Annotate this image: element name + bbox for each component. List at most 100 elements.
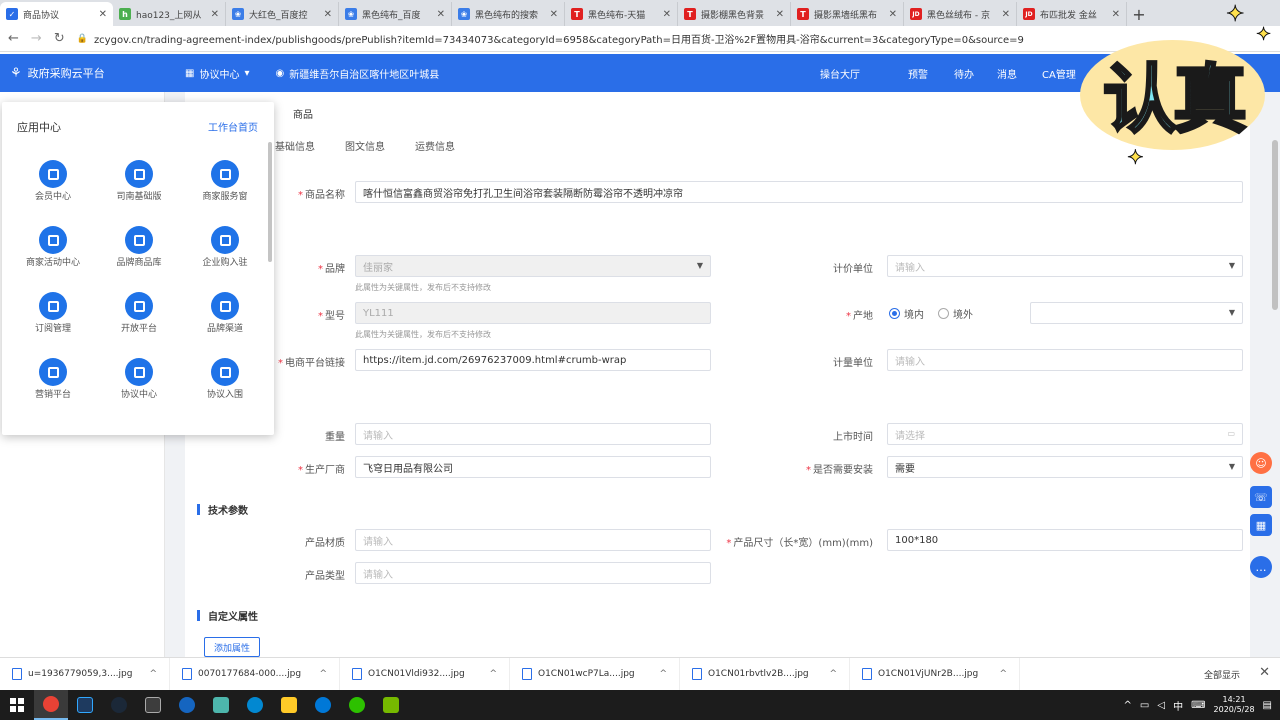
forward-icon[interactable]: → (31, 31, 42, 46)
tab-9[interactable]: JD 布匹批发 金丝 ✕ (1017, 2, 1127, 26)
tab-1[interactable]: h hao123_上网从 ✕ (113, 2, 226, 26)
message-link[interactable]: 消息 (997, 54, 1017, 92)
url-field[interactable]: 🔒 zcygov.cn/trading-agreement-index/publ… (77, 31, 1024, 47)
close-icon[interactable]: ✕ (889, 9, 897, 20)
app-icon[interactable] (204, 690, 238, 720)
location-selector[interactable]: ◉ 新疆维吾尔自治区喀什地区叶城县 (275, 66, 439, 81)
page-scrollbar[interactable] (1272, 140, 1278, 310)
tab-8[interactable]: JD 黑色丝绒布 - 京 ✕ (904, 2, 1017, 26)
tab-4[interactable]: ❀ 黑色纯布的搜索 ✕ (452, 2, 565, 26)
new-tab-button[interactable]: + (1127, 2, 1151, 26)
app-brand-channel[interactable]: 品牌渠道 (182, 292, 268, 335)
todo-link[interactable]: 待办 (954, 54, 974, 92)
close-icon[interactable]: ✕ (437, 9, 445, 20)
app-subscription[interactable]: 订阅管理 (10, 292, 96, 335)
qr-code-icon[interactable]: ▦ (1250, 514, 1272, 536)
tab-basic-info[interactable]: 基础信息 (275, 138, 315, 153)
app-sinan-basic[interactable]: 司南基础版 (96, 160, 182, 203)
chevron-up-icon[interactable]: ^ (829, 669, 837, 679)
download-item[interactable]: O1CN01rbvtlv2B....jpg ^ (680, 657, 850, 691)
tab-5[interactable]: T 黑色纯布-天猫 ✕ (565, 2, 678, 26)
tab-3[interactable]: ❀ 黑色纯布_百度 ✕ (339, 2, 452, 26)
tab-6[interactable]: T 摄影棚黑色背景 ✕ (678, 2, 791, 26)
app-marketing[interactable]: 营销平台 (10, 358, 96, 401)
chrome-icon[interactable] (34, 690, 68, 720)
download-item[interactable]: 0070177684-000....jpg ^ (170, 657, 340, 691)
chevron-up-icon[interactable]: ^ (999, 669, 1007, 679)
workbench-home-link[interactable]: 工作台首页 (208, 119, 258, 134)
folder-icon[interactable] (272, 690, 306, 720)
chevron-up-icon[interactable]: ^ (659, 669, 667, 679)
origin-foreign-radio[interactable]: 境外 (938, 306, 973, 321)
material-input[interactable]: 请输入 (355, 529, 711, 551)
brand-select[interactable]: 佳丽家 ▼ (355, 255, 711, 277)
chevron-up-icon[interactable]: ^ (489, 669, 497, 679)
chat-icon[interactable]: … (1250, 556, 1272, 578)
ecommerce-link-input[interactable]: https://item.jd.com/26976237009.html#cru… (355, 349, 711, 371)
windows-start-icon[interactable] (0, 690, 34, 720)
alert-link[interactable]: 预警 (908, 54, 928, 92)
close-icon[interactable]: ✕ (99, 9, 107, 20)
clock[interactable]: 14:21 2020/5/28 (1214, 695, 1255, 714)
tab-image-text[interactable]: 图文信息 (345, 138, 385, 153)
product-type-input[interactable]: 请输入 (355, 562, 711, 584)
close-icon[interactable]: ✕ (324, 9, 332, 20)
close-icon[interactable]: ✕ (550, 9, 558, 20)
add-attribute-button[interactable]: 添加属性 (204, 637, 261, 657)
app-icon[interactable] (136, 690, 170, 720)
origin-domestic-radio[interactable]: 境内 (889, 306, 924, 321)
app-merchant-activity[interactable]: 商家活动中心 (10, 226, 96, 269)
back-icon[interactable]: ← (8, 31, 19, 46)
measure-unit-input[interactable]: 请输入 (887, 349, 1243, 371)
network-icon[interactable]: ▭ (1140, 700, 1149, 711)
chevron-up-icon[interactable]: ^ (149, 669, 157, 679)
listing-time-picker[interactable]: 请选择 ▭ (887, 423, 1243, 445)
model-input[interactable]: YL111 (355, 302, 711, 324)
nvidia-icon[interactable] (374, 690, 408, 720)
app-agreement-entry[interactable]: 协议入围 (182, 358, 268, 401)
download-item[interactable]: u=1936779059,3....jpg ^ (0, 657, 170, 691)
close-icon[interactable]: ✕ (776, 9, 784, 20)
menu-dropdown[interactable]: ▦ 协议中心 ▾ (185, 66, 249, 81)
chevron-up-icon[interactable]: ^ (319, 669, 327, 679)
notification-icon[interactable]: ▤ (1263, 700, 1272, 711)
headset-icon[interactable]: ☏ (1250, 486, 1272, 508)
robot-assistant-icon[interactable]: ☺ (1250, 452, 1272, 474)
photoshop-icon[interactable] (68, 690, 102, 720)
brand[interactable]: ⚘ 政府采购云平台 (10, 65, 175, 81)
weight-input[interactable]: 请输入 (355, 423, 711, 445)
ca-link[interactable]: CA管理 (1042, 54, 1076, 92)
app-icon[interactable] (170, 690, 204, 720)
tab-7[interactable]: T 摄影黑墙纸黑布 ✕ (791, 2, 904, 26)
close-download-bar-button[interactable]: ✕ (1259, 665, 1270, 680)
product-name-input[interactable]: 喀什恒信富鑫商贸浴帘免打孔卫生间浴帘套装隔断防霉浴帘不透明冲凉帘 (355, 181, 1243, 203)
steam-icon[interactable] (102, 690, 136, 720)
app-open-platform[interactable]: 开放平台 (96, 292, 182, 335)
download-item[interactable]: O1CN01VjUNr2B....jpg ^ (850, 657, 1020, 691)
price-unit-select[interactable]: 请输入 ▼ (887, 255, 1243, 277)
close-icon[interactable]: ✕ (211, 9, 219, 20)
download-item[interactable]: O1CN01Vldi932....jpg ^ (340, 657, 510, 691)
install-select[interactable]: 需要 ▼ (887, 456, 1243, 478)
app-enterprise-entry[interactable]: 企业购入驻 (182, 226, 268, 269)
tab-shipping[interactable]: 运费信息 (415, 138, 455, 153)
origin-region-select[interactable]: ▼ (1030, 302, 1243, 324)
popup-scrollbar[interactable] (268, 142, 272, 262)
app-merchant-service[interactable]: 商家服务窗 (182, 160, 268, 203)
workbench-link[interactable]: 操台大厅 (820, 54, 860, 92)
app-brand-library[interactable]: 品牌商品库 (96, 226, 182, 269)
ime-indicator[interactable]: 中 (1173, 698, 1183, 713)
close-icon[interactable]: ✕ (663, 9, 671, 20)
keyboard-icon[interactable]: ⌨ (1191, 700, 1205, 711)
app-member-center[interactable]: 会员中心 (10, 160, 96, 203)
tab-2[interactable]: ❀ 大红色_百度控 ✕ (226, 2, 339, 26)
show-all-downloads-button[interactable]: 全部显示 (1204, 668, 1240, 681)
size-input[interactable]: 100*180 (887, 529, 1243, 551)
app-agreement-center[interactable]: 协议中心 (96, 358, 182, 401)
volume-icon[interactable]: ◁ (1157, 700, 1165, 711)
close-icon[interactable]: ✕ (1002, 9, 1010, 20)
edge-icon[interactable] (306, 690, 340, 720)
close-icon[interactable]: ✕ (1112, 9, 1120, 20)
wechat-icon[interactable] (340, 690, 374, 720)
tab-0[interactable]: ✓ 商品协议 ✕ (0, 2, 113, 26)
